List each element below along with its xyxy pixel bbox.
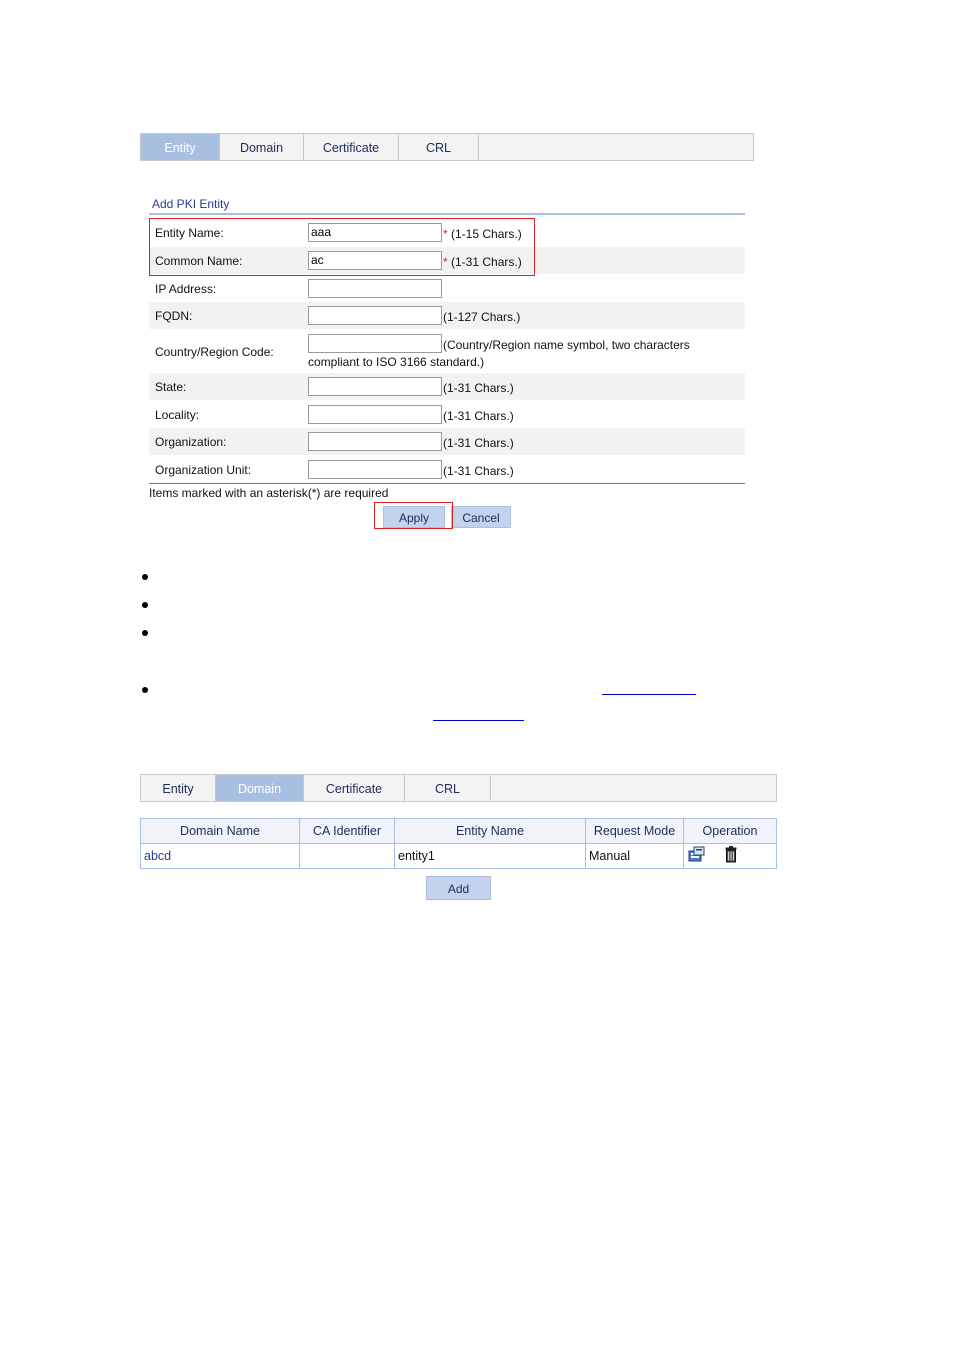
operation-cell <box>683 843 777 869</box>
form-bottom-divider <box>149 483 745 484</box>
pki-tab-bar-top: Entity Domain Certificate CRL <box>140 133 754 161</box>
bullet-dot <box>142 630 148 636</box>
fqdn-label: FQDN: <box>155 309 193 323</box>
domain-table: Domain Name CA Identifier Entity Name Re… <box>140 818 777 869</box>
state-label: State: <box>155 380 187 394</box>
form-row-organization: Organization: (1-31 Chars.) <box>149 428 745 455</box>
organization-unit-hint: (1-31 Chars.) <box>443 464 514 478</box>
request-mode-cell: Manual <box>585 843 684 869</box>
form-title-divider <box>149 213 745 215</box>
form-row-fqdn: FQDN: (1-127 Chars.) <box>149 302 745 329</box>
tab-entity[interactable]: Entity <box>141 134 220 160</box>
state-input[interactable] <box>308 377 442 396</box>
required-note: Items marked with an asterisk(*) are req… <box>149 486 389 500</box>
locality-hint: (1-31 Chars.) <box>443 409 514 423</box>
locality-input[interactable] <box>308 405 442 424</box>
pki-tab-bar-bottom: Entity Domain Certificate CRL <box>140 774 777 802</box>
organization-hint: (1-31 Chars.) <box>443 436 514 450</box>
form-title: Add PKI Entity <box>152 197 230 211</box>
locality-label: Locality: <box>155 408 200 422</box>
header-operation: Operation <box>683 818 777 844</box>
highlight-box-apply <box>374 502 453 529</box>
add-button[interactable]: Add <box>426 876 491 900</box>
fqdn-hint: (1-127 Chars.) <box>443 310 521 324</box>
tab-domain[interactable]: Domain <box>220 134 304 160</box>
form-row-country-region-code: Country/Region Code: (Country/Region nam… <box>149 330 745 373</box>
form-row-ip-address: IP Address: <box>149 275 745 302</box>
organization-unit-label: Organization Unit: <box>155 463 252 477</box>
ip-address-label: IP Address: <box>155 282 217 296</box>
tab-crl[interactable]: CRL <box>405 775 491 801</box>
form-row-state: State: (1-31 Chars.) <box>149 373 745 400</box>
table-row: abcd entity1 Manual <box>140 843 777 869</box>
tab-certificate[interactable]: Certificate <box>304 134 399 160</box>
header-ca-identifier: CA Identifier <box>299 818 395 844</box>
highlight-box-required-fields <box>149 218 535 276</box>
ca-identifier-cell <box>299 843 395 869</box>
form-row-organization-unit: Organization Unit: (1-31 Chars.) <box>149 456 745 483</box>
tab-entity[interactable]: Entity <box>141 775 216 801</box>
organization-label: Organization: <box>155 435 227 449</box>
country-region-code-label: Country/Region Code: <box>155 345 274 359</box>
header-request-mode: Request Mode <box>585 818 684 844</box>
organization-unit-input[interactable] <box>308 460 442 479</box>
country-region-code-input[interactable] <box>308 334 442 353</box>
country-region-code-hint: (Country/Region name symbol, two charact… <box>443 338 690 352</box>
entity-name-cell: entity1 <box>394 843 586 869</box>
tab-certificate[interactable]: Certificate <box>304 775 405 801</box>
bullet-dot <box>142 687 148 693</box>
fqdn-input[interactable] <box>308 306 442 325</box>
tab-crl[interactable]: CRL <box>399 134 479 160</box>
domain-name-link[interactable]: abcd <box>140 843 300 869</box>
delete-trash-icon[interactable] <box>725 846 737 866</box>
tab-domain[interactable]: Domain <box>216 775 304 801</box>
organization-input[interactable] <box>308 432 442 451</box>
cancel-button[interactable]: Cancel <box>451 506 511 528</box>
country-region-code-hint-line2: compliant to ISO 3166 standard.) <box>308 355 485 369</box>
ip-address-input[interactable] <box>308 279 442 298</box>
state-hint: (1-31 Chars.) <box>443 381 514 395</box>
request-certificate-icon[interactable] <box>688 846 706 866</box>
domain-table-header: Domain Name CA Identifier Entity Name Re… <box>140 818 777 844</box>
hyperlink-underline[interactable] <box>433 720 524 721</box>
header-entity-name: Entity Name <box>394 818 586 844</box>
bullet-dot <box>142 602 148 608</box>
hyperlink-underline[interactable] <box>602 694 696 695</box>
header-domain-name: Domain Name <box>140 818 300 844</box>
bullet-dot <box>142 574 148 580</box>
form-row-locality: Locality: (1-31 Chars.) <box>149 401 745 428</box>
